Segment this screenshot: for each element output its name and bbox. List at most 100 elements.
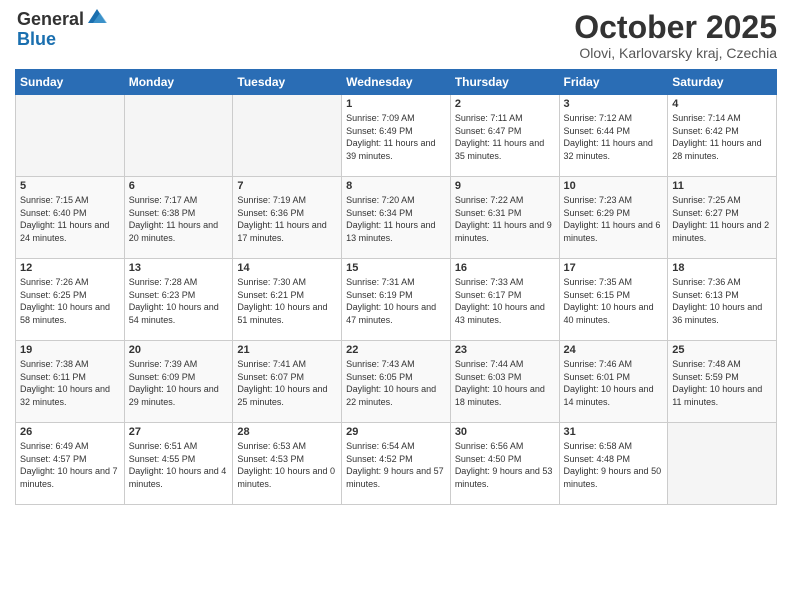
- table-row: [16, 95, 125, 177]
- table-row: 31 Sunrise: 6:58 AM Sunset: 4:48 PM Dayli…: [559, 423, 668, 505]
- table-row: [233, 95, 342, 177]
- day-number: 19: [20, 344, 120, 356]
- day-info: Sunrise: 7:26 AM Sunset: 6:25 PM Dayligh…: [20, 276, 120, 326]
- day-number: 30: [455, 426, 555, 438]
- day-info: Sunrise: 6:49 AM Sunset: 4:57 PM Dayligh…: [20, 440, 120, 490]
- day-info: Sunrise: 7:35 AM Sunset: 6:15 PM Dayligh…: [564, 276, 664, 326]
- logo-general: General: [17, 10, 84, 30]
- col-tuesday: Tuesday: [233, 70, 342, 95]
- table-row: 10 Sunrise: 7:23 AM Sunset: 6:29 PM Dayli…: [559, 177, 668, 259]
- day-number: 9: [455, 180, 555, 192]
- day-info: Sunrise: 7:44 AM Sunset: 6:03 PM Dayligh…: [455, 358, 555, 408]
- table-row: 11 Sunrise: 7:25 AM Sunset: 6:27 PM Dayli…: [668, 177, 777, 259]
- col-sunday: Sunday: [16, 70, 125, 95]
- day-info: Sunrise: 6:58 AM Sunset: 4:48 PM Dayligh…: [564, 440, 664, 490]
- logo-blue: Blue: [17, 30, 108, 50]
- main-container: General Blue October 2025 Olovi, Karlova…: [0, 0, 792, 510]
- day-number: 28: [237, 426, 337, 438]
- day-number: 14: [237, 262, 337, 274]
- table-row: 25 Sunrise: 7:48 AM Sunset: 5:59 PM Dayli…: [668, 341, 777, 423]
- table-row: 18 Sunrise: 7:36 AM Sunset: 6:13 PM Dayli…: [668, 259, 777, 341]
- day-info: Sunrise: 7:17 AM Sunset: 6:38 PM Dayligh…: [129, 194, 229, 244]
- calendar-week-row: 5 Sunrise: 7:15 AM Sunset: 6:40 PM Daylig…: [16, 177, 777, 259]
- table-row: 13 Sunrise: 7:28 AM Sunset: 6:23 PM Dayli…: [124, 259, 233, 341]
- col-monday: Monday: [124, 70, 233, 95]
- day-info: Sunrise: 7:41 AM Sunset: 6:07 PM Dayligh…: [237, 358, 337, 408]
- day-number: 3: [564, 98, 664, 110]
- day-info: Sunrise: 6:56 AM Sunset: 4:50 PM Dayligh…: [455, 440, 555, 490]
- day-number: 31: [564, 426, 664, 438]
- day-number: 16: [455, 262, 555, 274]
- calendar-table: Sunday Monday Tuesday Wednesday Thursday…: [15, 69, 777, 505]
- table-row: 21 Sunrise: 7:41 AM Sunset: 6:07 PM Dayli…: [233, 341, 342, 423]
- day-number: 20: [129, 344, 229, 356]
- day-number: 1: [346, 98, 446, 110]
- day-number: 7: [237, 180, 337, 192]
- day-info: Sunrise: 7:31 AM Sunset: 6:19 PM Dayligh…: [346, 276, 446, 326]
- table-row: 12 Sunrise: 7:26 AM Sunset: 6:25 PM Dayli…: [16, 259, 125, 341]
- table-row: 9Sunrise: 7:22 AM Sunset: 6:31 PM Daylig…: [450, 177, 559, 259]
- day-number: 11: [672, 180, 772, 192]
- day-info: Sunrise: 7:11 AM Sunset: 6:47 PM Dayligh…: [455, 112, 555, 162]
- day-number: 5: [20, 180, 120, 192]
- day-info: Sunrise: 7:15 AM Sunset: 6:40 PM Dayligh…: [20, 194, 120, 244]
- table-row: 1 Sunrise: 7:09 AM Sunset: 6:49 PM Daylig…: [342, 95, 451, 177]
- day-info: Sunrise: 7:12 AM Sunset: 6:44 PM Dayligh…: [564, 112, 664, 162]
- col-saturday: Saturday: [668, 70, 777, 95]
- table-row: 26Sunrise: 6:49 AM Sunset: 4:57 PM Dayli…: [16, 423, 125, 505]
- day-info: Sunrise: 6:53 AM Sunset: 4:53 PM Dayligh…: [237, 440, 337, 490]
- day-number: 12: [20, 262, 120, 274]
- calendar-week-row: 1 Sunrise: 7:09 AM Sunset: 6:49 PM Daylig…: [16, 95, 777, 177]
- month-title: October 2025: [574, 10, 777, 45]
- day-info: Sunrise: 7:23 AM Sunset: 6:29 PM Dayligh…: [564, 194, 664, 244]
- day-info: Sunrise: 7:25 AM Sunset: 6:27 PM Dayligh…: [672, 194, 772, 244]
- day-number: 18: [672, 262, 772, 274]
- table-row: 17Sunrise: 7:35 AM Sunset: 6:15 PM Dayli…: [559, 259, 668, 341]
- table-row: 29 Sunrise: 6:54 AM Sunset: 4:52 PM Dayli…: [342, 423, 451, 505]
- day-info: Sunrise: 7:33 AM Sunset: 6:17 PM Dayligh…: [455, 276, 555, 326]
- day-number: 29: [346, 426, 446, 438]
- day-info: Sunrise: 6:54 AM Sunset: 4:52 PM Dayligh…: [346, 440, 446, 490]
- day-number: 27: [129, 426, 229, 438]
- day-number: 22: [346, 344, 446, 356]
- table-row: 4 Sunrise: 7:14 AM Sunset: 6:42 PM Daylig…: [668, 95, 777, 177]
- day-info: Sunrise: 7:19 AM Sunset: 6:36 PM Dayligh…: [237, 194, 337, 244]
- table-row: 2Sunrise: 7:11 AM Sunset: 6:47 PM Daylig…: [450, 95, 559, 177]
- day-number: 8: [346, 180, 446, 192]
- logo-icon: [86, 5, 108, 27]
- table-row: [124, 95, 233, 177]
- table-row: 7 Sunrise: 7:19 AM Sunset: 6:36 PM Daylig…: [233, 177, 342, 259]
- calendar-week-row: 26Sunrise: 6:49 AM Sunset: 4:57 PM Dayli…: [16, 423, 777, 505]
- logo: General Blue: [15, 10, 108, 50]
- day-info: Sunrise: 7:36 AM Sunset: 6:13 PM Dayligh…: [672, 276, 772, 326]
- day-info: Sunrise: 7:14 AM Sunset: 6:42 PM Dayligh…: [672, 112, 772, 162]
- table-row: 8Sunrise: 7:20 AM Sunset: 6:34 PM Daylig…: [342, 177, 451, 259]
- day-info: Sunrise: 7:43 AM Sunset: 6:05 PM Dayligh…: [346, 358, 446, 408]
- day-number: 6: [129, 180, 229, 192]
- day-number: 23: [455, 344, 555, 356]
- day-number: 13: [129, 262, 229, 274]
- table-row: 14 Sunrise: 7:30 AM Sunset: 6:21 PM Dayli…: [233, 259, 342, 341]
- day-number: 24: [564, 344, 664, 356]
- day-number: 21: [237, 344, 337, 356]
- table-row: 22 Sunrise: 7:43 AM Sunset: 6:05 PM Dayli…: [342, 341, 451, 423]
- table-row: 3 Sunrise: 7:12 AM Sunset: 6:44 PM Daylig…: [559, 95, 668, 177]
- table-row: 5 Sunrise: 7:15 AM Sunset: 6:40 PM Daylig…: [16, 177, 125, 259]
- calendar-week-row: 19Sunrise: 7:38 AM Sunset: 6:11 PM Dayli…: [16, 341, 777, 423]
- table-row: 27Sunrise: 6:51 AM Sunset: 4:55 PM Dayli…: [124, 423, 233, 505]
- table-row: 24Sunrise: 7:46 AM Sunset: 6:01 PM Dayli…: [559, 341, 668, 423]
- day-info: Sunrise: 7:30 AM Sunset: 6:21 PM Dayligh…: [237, 276, 337, 326]
- day-info: Sunrise: 7:48 AM Sunset: 5:59 PM Dayligh…: [672, 358, 772, 408]
- day-number: 10: [564, 180, 664, 192]
- day-info: Sunrise: 7:39 AM Sunset: 6:09 PM Dayligh…: [129, 358, 229, 408]
- location: Olovi, Karlovarsky kraj, Czechia: [574, 45, 777, 61]
- calendar-week-row: 12 Sunrise: 7:26 AM Sunset: 6:25 PM Dayli…: [16, 259, 777, 341]
- day-info: Sunrise: 7:09 AM Sunset: 6:49 PM Dayligh…: [346, 112, 446, 162]
- day-info: Sunrise: 7:28 AM Sunset: 6:23 PM Dayligh…: [129, 276, 229, 326]
- day-number: 4: [672, 98, 772, 110]
- table-row: 15 Sunrise: 7:31 AM Sunset: 6:19 PM Dayli…: [342, 259, 451, 341]
- day-number: 25: [672, 344, 772, 356]
- day-number: 15: [346, 262, 446, 274]
- table-row: 6 Sunrise: 7:17 AM Sunset: 6:38 PM Daylig…: [124, 177, 233, 259]
- table-row: 23 Sunrise: 7:44 AM Sunset: 6:03 PM Dayli…: [450, 341, 559, 423]
